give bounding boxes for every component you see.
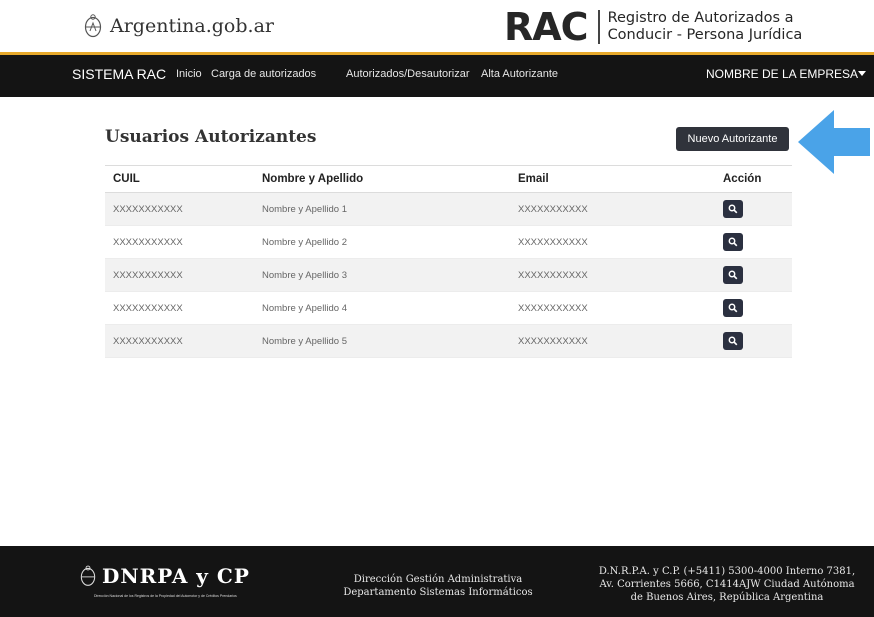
footer-center-line-1: Dirección Gestión Administrativa bbox=[353, 574, 523, 585]
table-row: XXXXXXXXXXX Nombre y Apellido 5 XXXXXXXX… bbox=[105, 324, 792, 358]
site-footer: DNRPA y CP Dirección Nacional de los Reg… bbox=[0, 546, 874, 617]
table-header-row: CUIL Nombre y Apellido Email Acción bbox=[105, 165, 792, 193]
column-header-cuil: CUIL bbox=[105, 165, 254, 193]
search-icon bbox=[728, 303, 738, 313]
subtitle-line-2: Conducir - Persona Jurídica bbox=[607, 27, 803, 43]
search-icon bbox=[728, 336, 738, 346]
action-cell bbox=[715, 258, 792, 292]
email-cell: XXXXXXXXXXX bbox=[510, 258, 715, 292]
column-header-email: Email bbox=[510, 165, 715, 193]
system-name[interactable]: SISTEMA RAC bbox=[72, 66, 166, 82]
search-icon bbox=[728, 204, 738, 214]
chevron-down-icon[interactable] bbox=[858, 71, 866, 76]
cuil-cell: XXXXXXXXXXX bbox=[105, 192, 254, 226]
nav-link-carga[interactable]: Carga de autorizados bbox=[211, 68, 316, 80]
cuil-cell: XXXXXXXXXXX bbox=[105, 291, 254, 325]
action-cell bbox=[715, 324, 792, 358]
view-button[interactable] bbox=[723, 299, 743, 317]
cuil-cell: XXXXXXXXXXX bbox=[105, 225, 254, 259]
name-cell: Nombre y Apellido 1 bbox=[254, 192, 510, 226]
search-icon bbox=[728, 237, 738, 247]
table-row: XXXXXXXXXXX Nombre y Apellido 4 XXXXXXXX… bbox=[105, 291, 792, 325]
top-navbar: SISTEMA RAC Inicio Carga de autorizados … bbox=[0, 55, 874, 97]
brand-divider bbox=[597, 10, 600, 44]
name-cell: Nombre y Apellido 4 bbox=[254, 291, 510, 325]
gov-brand[interactable]: Argentina.gob.ar bbox=[84, 14, 274, 38]
new-autorizante-button[interactable]: Nuevo Autorizante bbox=[676, 127, 789, 151]
action-cell bbox=[715, 192, 792, 226]
view-button[interactable] bbox=[723, 332, 743, 350]
name-cell: Nombre y Apellido 2 bbox=[254, 225, 510, 259]
name-cell: Nombre y Apellido 5 bbox=[254, 324, 510, 358]
view-button[interactable] bbox=[723, 233, 743, 251]
table-row: XXXXXXXXXXX Nombre y Apellido 3 XXXXXXXX… bbox=[105, 258, 792, 292]
cuil-cell: XXXXXXXXXXX bbox=[105, 258, 254, 292]
autorizantes-table: CUIL Nombre y Apellido Email Acción XXXX… bbox=[105, 165, 792, 358]
table-row: XXXXXXXXXXX Nombre y Apellido 2 XXXXXXXX… bbox=[105, 225, 792, 259]
left-arrow-icon bbox=[798, 110, 870, 174]
subtitle-line-1: Registro de Autorizados a bbox=[607, 10, 794, 26]
email-cell: XXXXXXXXXXX bbox=[510, 225, 715, 259]
argentina-seal-icon bbox=[80, 565, 96, 586]
column-header-action: Acción bbox=[715, 165, 792, 193]
footer-right-line-3: de Buenos Aires, República Argentina bbox=[630, 592, 824, 603]
gov-name: Argentina.gob.ar bbox=[110, 15, 274, 37]
action-cell bbox=[715, 291, 792, 325]
footer-department: Dirección Gestión Administrativa Departa… bbox=[320, 573, 556, 599]
email-cell: XXXXXXXXXXX bbox=[510, 291, 715, 325]
company-menu[interactable]: NOMBRE DE LA EMPRESA bbox=[706, 67, 858, 81]
email-cell: XXXXXXXXXXX bbox=[510, 324, 715, 358]
nav-link-alta[interactable]: Alta Autorizante bbox=[481, 68, 558, 80]
footer-contact: D.N.R.P.A. y C.P. (+5411) 5300-4000 Inte… bbox=[582, 565, 872, 604]
action-cell bbox=[715, 225, 792, 259]
footer-right-line-1: D.N.R.P.A. y C.P. (+5411) 5300-4000 Inte… bbox=[598, 566, 856, 577]
column-header-name: Nombre y Apellido bbox=[254, 165, 510, 193]
view-button[interactable] bbox=[723, 200, 743, 218]
email-cell: XXXXXXXXXXX bbox=[510, 192, 715, 226]
dnrpa-brand-sub: Dirección Nacional de los Registros de l… bbox=[94, 594, 237, 598]
dnrpa-logo: DNRPA y CP bbox=[80, 564, 250, 588]
rac-logo: RAC bbox=[504, 5, 589, 49]
footer-right-line-2: Av. Corrientes 5666, C1414AJW Ciudad Aut… bbox=[599, 579, 855, 590]
footer-center-line-2: Departamento Sistemas Informáticos bbox=[343, 587, 533, 598]
page-title: Usuarios Autorizantes bbox=[105, 127, 317, 147]
dnrpa-brand: DNRPA y CP bbox=[102, 564, 250, 588]
table-row: XXXXXXXXXXX Nombre y Apellido 1 XXXXXXXX… bbox=[105, 192, 792, 226]
nav-link-inicio[interactable]: Inicio bbox=[176, 68, 202, 80]
rac-brand: RAC Registro de Autorizados a Conducir -… bbox=[504, 8, 802, 46]
site-header: Argentina.gob.ar RAC Registro de Autoriz… bbox=[0, 0, 874, 55]
view-button[interactable] bbox=[723, 266, 743, 284]
name-cell: Nombre y Apellido 3 bbox=[254, 258, 510, 292]
cuil-cell: XXXXXXXXXXX bbox=[105, 324, 254, 358]
nav-link-autorizados[interactable]: Autorizados/Desautorizar bbox=[346, 68, 470, 80]
rac-subtitle: Registro de Autorizados a Conducir - Per… bbox=[608, 10, 803, 44]
search-icon bbox=[728, 270, 738, 280]
argentina-seal-icon bbox=[84, 14, 102, 38]
